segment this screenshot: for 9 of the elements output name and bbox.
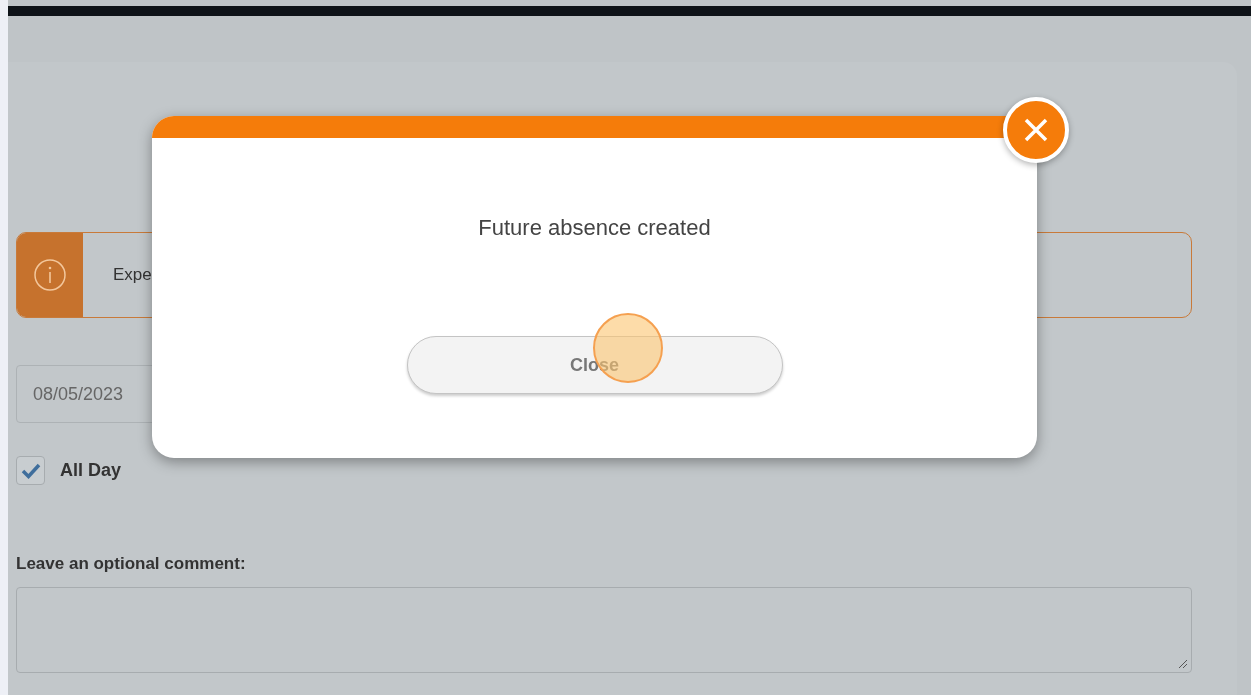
checkbox-label: All Day <box>60 459 122 482</box>
check-icon <box>20 462 41 479</box>
info-icon <box>33 258 67 292</box>
checkbox[interactable] <box>16 456 45 485</box>
comment-label: Leave an optional comment: <box>16 553 247 575</box>
dialog-message: Future absence created <box>478 214 711 242</box>
banner-text: Expe <box>113 264 152 287</box>
comment-field[interactable] <box>16 586 1192 673</box>
resize-handle-icon <box>1178 658 1188 669</box>
